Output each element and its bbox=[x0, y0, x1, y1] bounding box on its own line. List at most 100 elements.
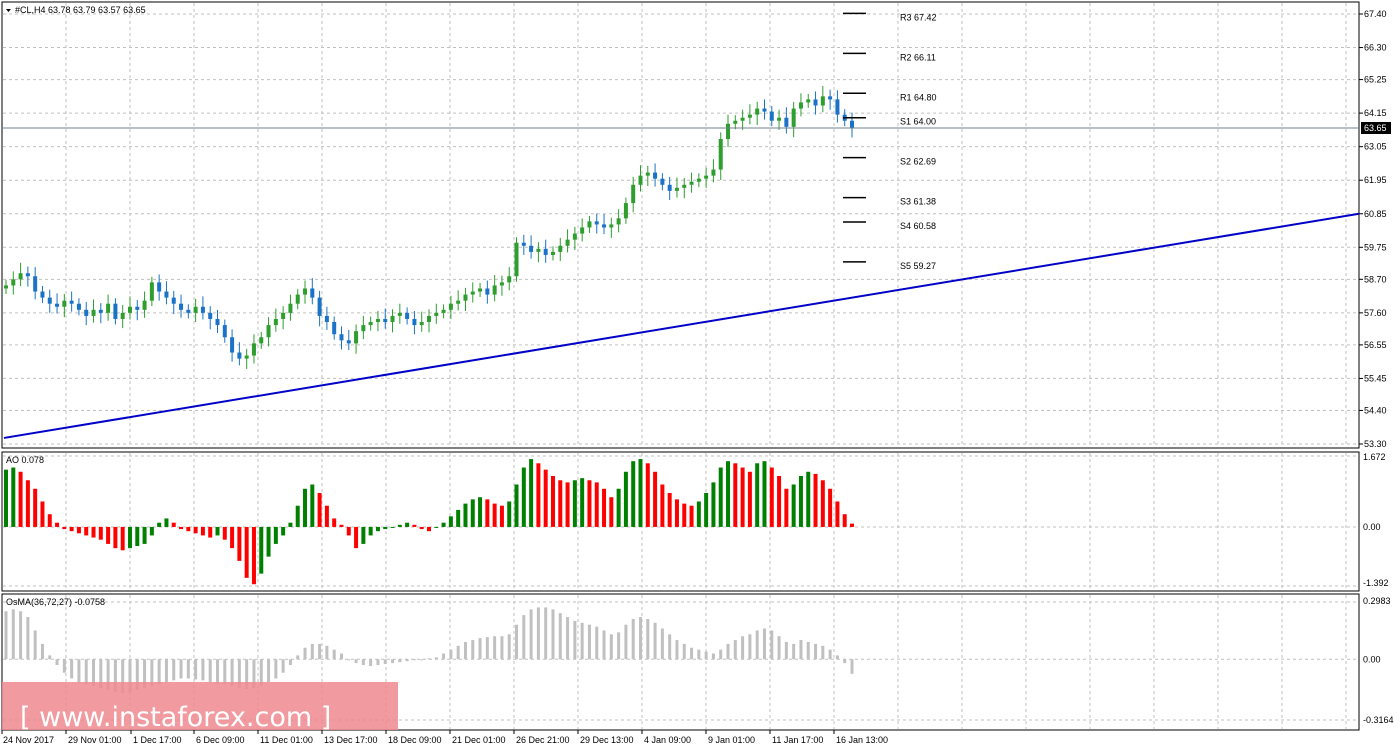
candle-body bbox=[317, 297, 322, 316]
osma-bar bbox=[529, 609, 533, 660]
candle-body bbox=[820, 96, 825, 106]
ao-bar bbox=[521, 467, 526, 527]
candle-body bbox=[339, 334, 344, 341]
candle-body bbox=[733, 120, 738, 124]
candle-body bbox=[288, 303, 293, 313]
time-tick-label: 29 Nov 01:00 bbox=[68, 735, 122, 745]
osma-bar bbox=[412, 659, 416, 661]
osma-bar bbox=[442, 653, 446, 660]
chart-window[interactable]: R3 67.42 R2 66.11 R1 64.80 S1 64.00 S2 62.69… bbox=[0, 0, 1398, 751]
osma-bar bbox=[595, 626, 599, 660]
chart-title: #CL,H4 63.78 63.79 63.57 63.65 bbox=[15, 5, 146, 15]
candle-body bbox=[397, 312, 402, 316]
candle-body bbox=[572, 233, 577, 240]
ao-bar bbox=[98, 526, 103, 540]
candle-body bbox=[478, 288, 483, 292]
candle-body bbox=[149, 282, 154, 301]
candle-body bbox=[171, 297, 176, 304]
candle-body bbox=[4, 285, 8, 289]
ao-bar bbox=[397, 524, 402, 527]
ao-bar bbox=[62, 526, 67, 530]
ao-bar bbox=[660, 484, 665, 527]
candle-body bbox=[310, 288, 315, 298]
osma-bar bbox=[755, 630, 759, 660]
ao-bar bbox=[558, 480, 563, 527]
osma-bar bbox=[186, 659, 190, 679]
ao-bar bbox=[784, 488, 789, 527]
candle-body bbox=[69, 300, 74, 304]
candle-body bbox=[106, 303, 111, 313]
ao-bar bbox=[434, 526, 439, 528]
ao-bar bbox=[726, 461, 731, 527]
candle-body bbox=[777, 117, 782, 121]
candle-body bbox=[98, 309, 103, 313]
osma-bar bbox=[267, 659, 271, 683]
osma-bar bbox=[77, 659, 81, 683]
ao-bar bbox=[507, 501, 512, 527]
candle-body bbox=[565, 239, 570, 246]
osma-bar bbox=[587, 624, 591, 660]
ao-bar bbox=[536, 463, 541, 527]
osma-bar bbox=[40, 643, 44, 660]
osma-bar bbox=[376, 659, 380, 666]
ao-bar bbox=[602, 488, 607, 527]
ao-bar bbox=[288, 522, 293, 527]
candle-body bbox=[303, 288, 308, 295]
ao-bar bbox=[755, 463, 760, 527]
osma-bar bbox=[70, 659, 74, 679]
candle-body bbox=[33, 276, 38, 292]
ao-bar bbox=[448, 516, 453, 527]
osma-bar bbox=[770, 630, 774, 660]
osma-bar bbox=[573, 620, 577, 660]
candle-body bbox=[127, 306, 132, 313]
time-tick-label: 11 Dec 01:00 bbox=[260, 735, 313, 745]
osma-tick-label: -0.3164 bbox=[1363, 715, 1394, 725]
time-tick-label: 11 Jan 17:00 bbox=[772, 735, 823, 745]
candle-body bbox=[850, 120, 854, 129]
ao-bar bbox=[412, 524, 417, 527]
osma-bar bbox=[179, 659, 183, 679]
osma-bar bbox=[515, 624, 519, 660]
candle-body bbox=[368, 322, 373, 326]
price-tick-label: 63.05 bbox=[1364, 142, 1387, 152]
candle-body bbox=[755, 108, 760, 115]
osma-bar bbox=[478, 638, 482, 660]
ao-bar bbox=[18, 471, 23, 527]
candle-body bbox=[281, 312, 286, 319]
osma-bar bbox=[208, 659, 212, 683]
ao-bar bbox=[623, 471, 628, 527]
ao-bar bbox=[40, 501, 45, 527]
ao-bar bbox=[266, 526, 271, 557]
candle-body bbox=[696, 178, 701, 182]
pivot-level-label: S1 64.00 bbox=[900, 117, 936, 127]
osma-bar bbox=[361, 659, 365, 666]
price-tick-label: 66.30 bbox=[1364, 43, 1387, 53]
candle-body bbox=[580, 227, 585, 234]
candle-body bbox=[266, 325, 271, 338]
osma-bar bbox=[420, 659, 424, 661]
ao-bar bbox=[791, 484, 796, 527]
pivot-level-label: R3 67.42 bbox=[900, 12, 937, 22]
osma-bar bbox=[172, 659, 176, 681]
ao-bar bbox=[200, 526, 205, 536]
osma-bar bbox=[303, 647, 307, 660]
price-tick-label: 59.75 bbox=[1364, 242, 1387, 252]
osma-bar bbox=[434, 657, 438, 660]
osma-bar bbox=[62, 659, 66, 673]
ao-bar bbox=[485, 499, 490, 527]
osma-bar bbox=[55, 659, 59, 666]
ao-bar bbox=[259, 526, 264, 574]
time-tick-label: 13 Dec 17:00 bbox=[324, 735, 378, 745]
ao-bar bbox=[135, 526, 140, 547]
ao-bar bbox=[127, 526, 132, 549]
candle-body bbox=[463, 294, 468, 301]
candle-body bbox=[361, 325, 366, 332]
candle-body bbox=[514, 242, 519, 277]
candle-body bbox=[689, 181, 694, 185]
osma-bar bbox=[281, 659, 285, 673]
time-tick-label: 4 Jan 09:00 bbox=[644, 735, 691, 745]
candle-body bbox=[208, 312, 213, 319]
candle-body bbox=[682, 184, 687, 188]
osma-bar bbox=[157, 659, 161, 685]
candle-body bbox=[237, 352, 242, 359]
